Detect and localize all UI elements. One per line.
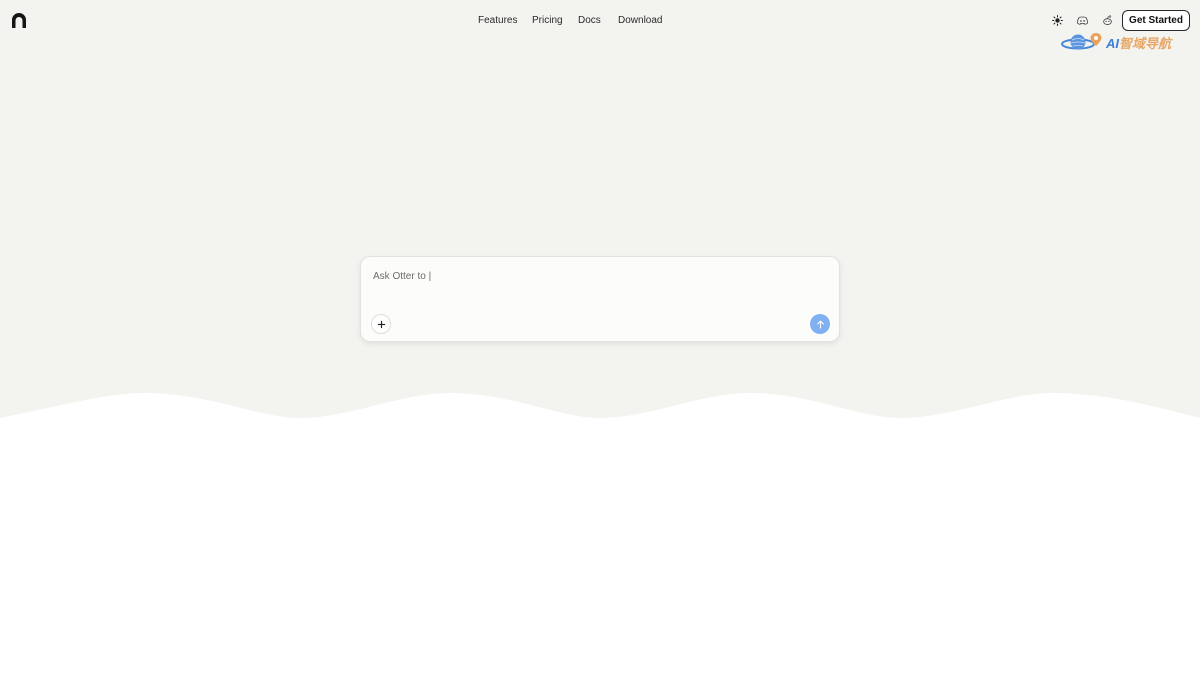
- top-nav-bar: Features Pricing Docs Download Get Start…: [0, 0, 1200, 42]
- main-nav: Features Pricing Docs Download: [478, 15, 662, 26]
- sun-icon[interactable]: [1051, 14, 1063, 26]
- discord-icon[interactable]: [1076, 14, 1088, 26]
- get-started-button[interactable]: Get Started: [1122, 10, 1190, 31]
- otter-arch-logo-icon[interactable]: [10, 12, 28, 29]
- nav-link-download[interactable]: Download: [618, 15, 662, 26]
- watermark-text-ai: AI: [1106, 35, 1119, 51]
- reddit-icon[interactable]: [1101, 14, 1113, 26]
- watermark-logo: AI智域导航: [1060, 30, 1182, 54]
- nav-link-docs[interactable]: Docs: [578, 15, 618, 26]
- attach-button[interactable]: [371, 314, 391, 334]
- prompt-input[interactable]: [373, 269, 813, 283]
- send-button[interactable]: [810, 314, 830, 334]
- prompt-box: [360, 256, 840, 342]
- wave-divider: [0, 392, 1200, 440]
- nav-link-features[interactable]: Features: [478, 15, 532, 26]
- hero-section: [0, 0, 1200, 430]
- arrow-up-icon: [816, 320, 824, 329]
- watermark-text-cn: 智域导航: [1119, 35, 1172, 51]
- plus-icon: [377, 320, 385, 328]
- nav-link-pricing[interactable]: Pricing: [532, 15, 578, 26]
- globe-pin-icon: [1061, 33, 1102, 50]
